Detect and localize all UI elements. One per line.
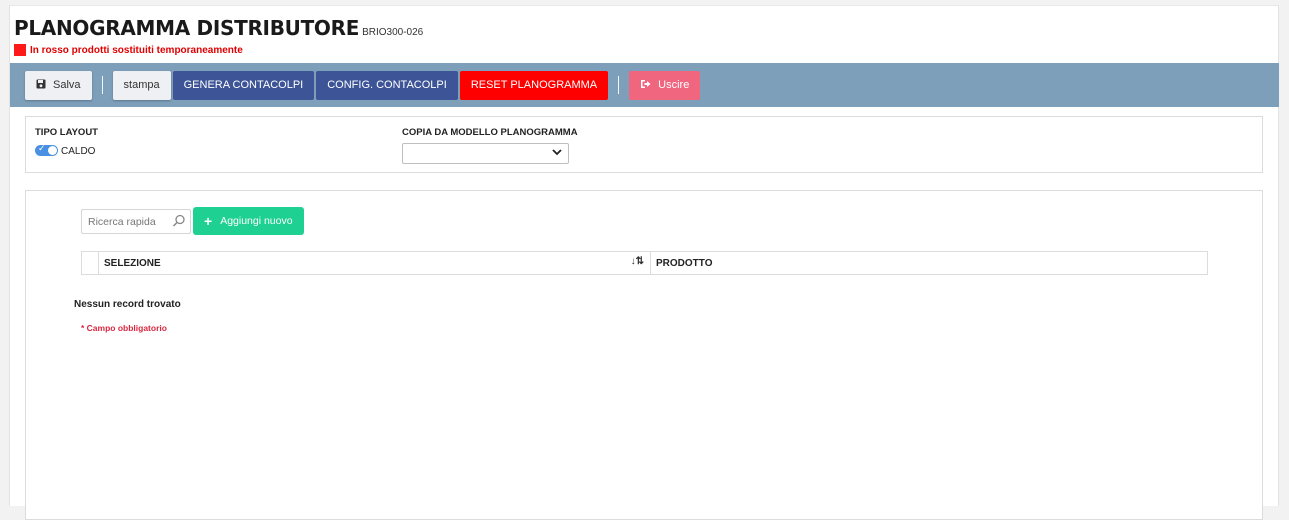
genera-contacolpi-label: GENERA CONTACOLPI bbox=[183, 79, 304, 91]
column-header-prodotto[interactable]: PRODOTTO bbox=[651, 252, 1207, 274]
required-field-note: * Campo obbligatorio bbox=[81, 323, 167, 333]
legend: In rosso prodotti sostituiti temporaneam… bbox=[14, 44, 243, 56]
search-icon bbox=[172, 214, 186, 228]
table-header: SELEZIONE ↓⇅ PRODOTTO bbox=[81, 251, 1208, 275]
config-contacolpi-label: CONFIG. CONTACOLPI bbox=[327, 79, 447, 91]
check-icon: ✓ bbox=[38, 143, 46, 153]
sort-icon[interactable]: ↓⇅ bbox=[631, 256, 644, 267]
tipo-layout-label: TIPO LAYOUT bbox=[35, 127, 98, 138]
page-title: PLANOGRAMMA DISTRIBUTORE bbox=[14, 16, 360, 40]
add-new-label: Aggiungi nuovo bbox=[220, 215, 293, 227]
sign-out-icon bbox=[640, 79, 651, 92]
floppy-disk-icon bbox=[36, 79, 46, 92]
chevron-down-icon bbox=[552, 147, 562, 160]
save-button-label: Salva bbox=[53, 79, 81, 91]
plus-icon: + bbox=[204, 213, 213, 229]
add-new-button[interactable]: + Aggiungi nuovo bbox=[193, 207, 304, 235]
toolbar: Salva stampa GENERA CONTACOLPI CONFIG. C… bbox=[10, 63, 1279, 107]
legend-red-swatch bbox=[14, 44, 26, 56]
print-button[interactable]: stampa bbox=[112, 70, 171, 100]
reset-planogramma-button[interactable]: RESET PLANOGRAMMA bbox=[459, 70, 609, 100]
config-contacolpi-button[interactable]: CONFIG. CONTACOLPI bbox=[316, 70, 458, 100]
page-container: PLANOGRAMMA DISTRIBUTORE BRIO300-026 In … bbox=[9, 5, 1279, 520]
genera-contacolpi-button[interactable]: GENERA CONTACOLPI bbox=[172, 70, 315, 100]
title-row: PLANOGRAMMA DISTRIBUTORE BRIO300-026 bbox=[14, 16, 423, 40]
row-select-column[interactable] bbox=[82, 252, 99, 274]
layout-settings-panel: TIPO LAYOUT ✓ CALDO COPIA DA MODELLO PLA… bbox=[25, 116, 1263, 173]
product-list-panel: + Aggiungi nuovo SELEZIONE ↓⇅ PRODOTTO N… bbox=[25, 190, 1263, 520]
print-button-label: stampa bbox=[123, 79, 160, 91]
copia-modello-label: COPIA DA MODELLO PLANOGRAMMA bbox=[402, 127, 578, 138]
reset-planogramma-label: RESET PLANOGRAMMA bbox=[470, 79, 598, 91]
caldo-toggle-label: CALDO bbox=[61, 146, 96, 157]
machine-code: BRIO300-026 bbox=[362, 27, 424, 38]
copia-modello-select[interactable] bbox=[402, 143, 569, 164]
toolbar-separator bbox=[101, 76, 103, 94]
toolbar-separator bbox=[618, 76, 620, 94]
column-header-label: PRODOTTO bbox=[656, 257, 713, 269]
save-button[interactable]: Salva bbox=[25, 70, 92, 100]
exit-button[interactable]: Uscire bbox=[629, 70, 701, 100]
caldo-toggle[interactable]: ✓ bbox=[35, 143, 58, 156]
column-header-label: SELEZIONE bbox=[104, 257, 161, 269]
column-header-selezione[interactable]: SELEZIONE ↓⇅ bbox=[99, 252, 651, 274]
legend-text: In rosso prodotti sostituiti temporaneam… bbox=[30, 44, 243, 56]
empty-state-text: Nessun record trovato bbox=[74, 299, 181, 310]
exit-button-label: Uscire bbox=[658, 79, 690, 91]
